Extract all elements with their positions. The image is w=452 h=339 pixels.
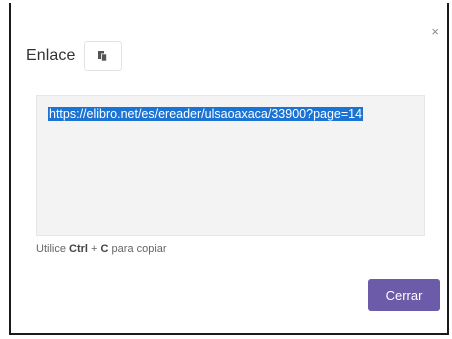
link-dialog: × Enlace https://elibro.net/es/ereader/u… (9, 3, 449, 335)
close-icon[interactable]: × (431, 25, 439, 38)
hint-prefix: Utilice (36, 243, 66, 255)
selected-link-text: https://elibro.net/es/ereader/ulsaoaxaca… (48, 107, 364, 121)
copy-icon (98, 51, 108, 62)
copy-hint: Utilice Ctrl + C para copiar (36, 243, 167, 255)
hint-key-ctrl: Ctrl (69, 243, 88, 255)
link-textarea[interactable]: https://elibro.net/es/ereader/ulsaoaxaca… (36, 95, 425, 236)
copy-button[interactable] (83, 41, 122, 71)
close-button[interactable]: Cerrar (368, 279, 440, 311)
hint-plus: + (91, 243, 98, 255)
dialog-title: Enlace (26, 47, 76, 64)
hint-suffix: para copiar (111, 243, 167, 255)
dialog-header: Enlace (26, 40, 122, 72)
page: × Enlace https://elibro.net/es/ereader/u… (0, 0, 452, 339)
hint-key-c: C (100, 243, 109, 255)
